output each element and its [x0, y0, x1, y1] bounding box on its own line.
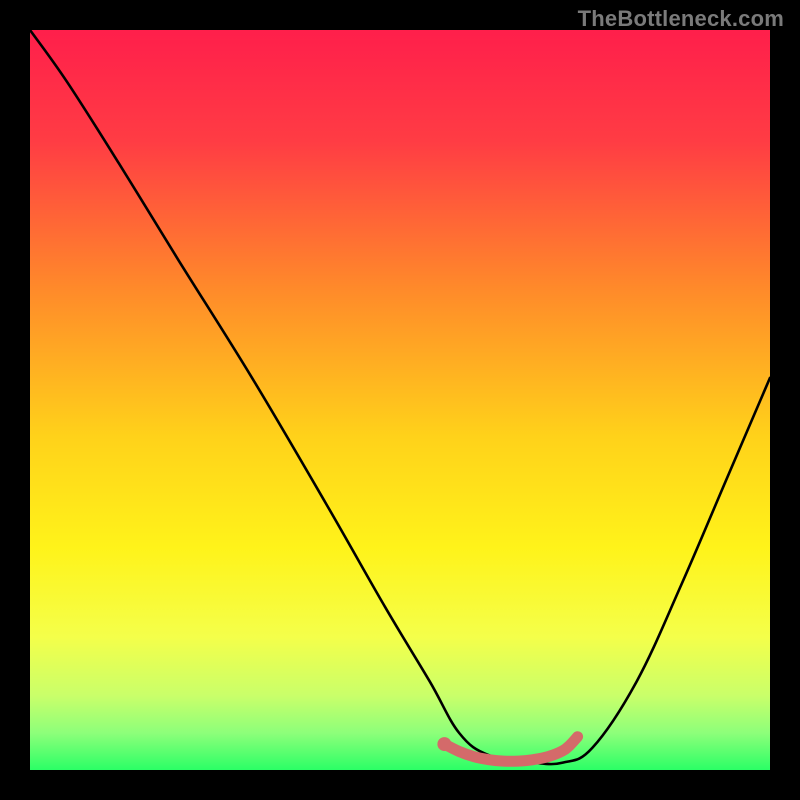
attribution-text: TheBottleneck.com — [578, 6, 784, 32]
optimal-range-endpoint — [437, 737, 451, 751]
chart-frame — [30, 30, 770, 770]
chart-background — [30, 30, 770, 770]
chart-plot — [30, 30, 770, 770]
